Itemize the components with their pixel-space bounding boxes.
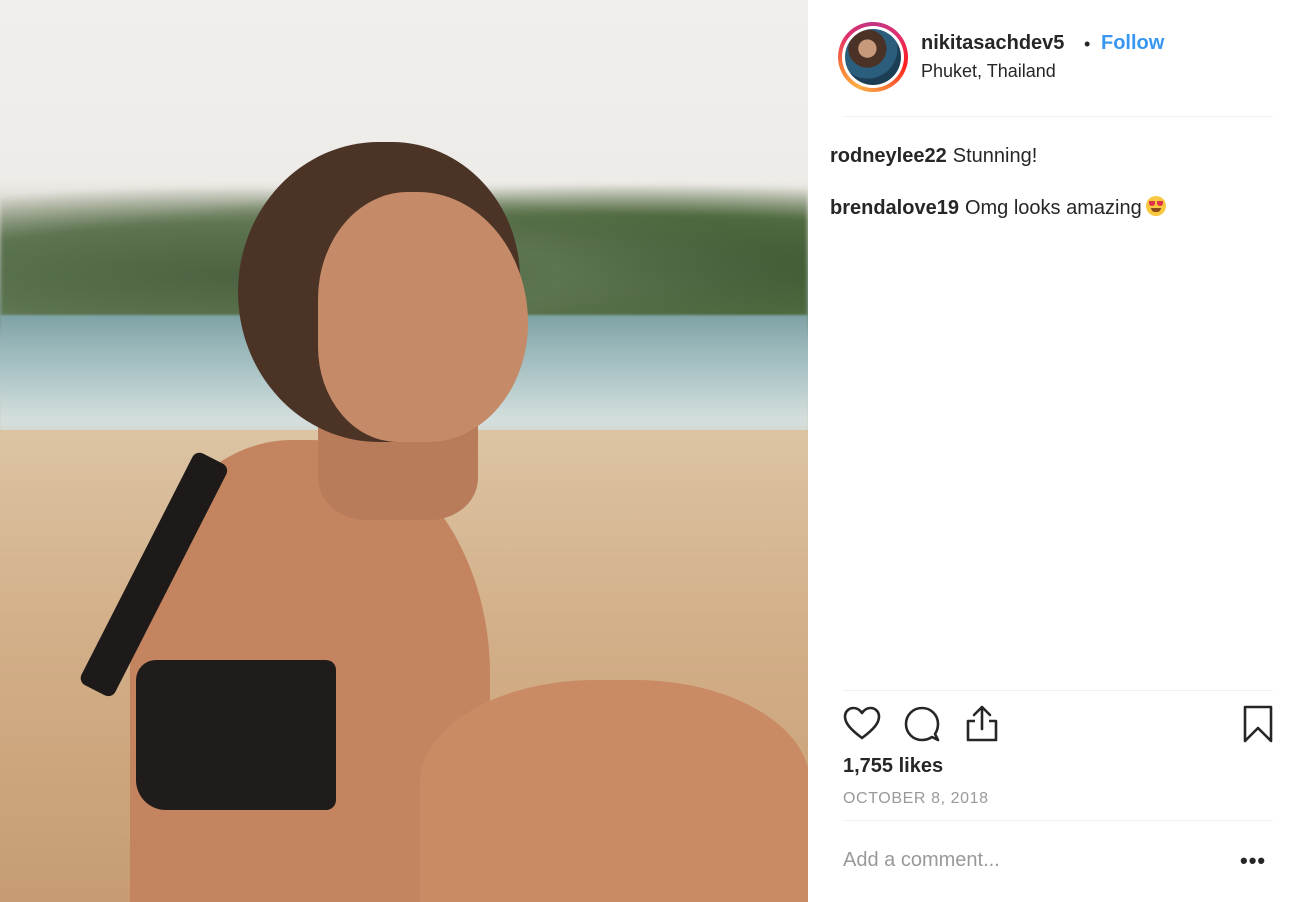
- header-divider: [843, 116, 1273, 117]
- separator-dot: •: [1084, 34, 1091, 54]
- bookmark-icon[interactable]: [1238, 704, 1278, 744]
- comment-text: Stunning!: [952, 145, 1038, 167]
- comment-username[interactable]: brendalove19: [830, 197, 959, 219]
- action-bar: [808, 700, 1312, 750]
- username-link[interactable]: nikitasachdev5: [921, 32, 1064, 55]
- comment-bubble-icon[interactable]: [902, 704, 942, 744]
- comment-item: brendalove19 Omg looks amazing: [830, 195, 1290, 221]
- post-date: OCTOBER 8, 2018: [843, 790, 989, 807]
- heart-eyes-emoji-icon: [1145, 196, 1166, 216]
- heart-icon[interactable]: [842, 704, 882, 744]
- comments-list: rodneylee22 Stunning! brendalove19 Omg loo…: [830, 143, 1290, 247]
- comment-item: rodneylee22 Stunning!: [830, 143, 1290, 169]
- subject-legs: [420, 680, 808, 902]
- comment-text: Omg looks amazing: [964, 197, 1142, 219]
- swimsuit-top: [136, 660, 336, 810]
- actions-divider: [843, 690, 1273, 691]
- location-link[interactable]: Phuket, Thailand: [921, 61, 1056, 82]
- post-photo[interactable]: [0, 0, 808, 902]
- comment-divider: [843, 820, 1273, 821]
- avatar[interactable]: [838, 22, 908, 92]
- post-details-panel: nikitasachdev5 • Follow Phuket, Thailand…: [808, 0, 1312, 902]
- follow-button[interactable]: Follow: [1101, 32, 1164, 55]
- post-header: nikitasachdev5 • Follow Phuket, Thailand: [808, 0, 1312, 116]
- likes-count[interactable]: 1,755 likes: [843, 755, 943, 778]
- more-options-icon[interactable]: •••: [1240, 848, 1266, 874]
- share-icon[interactable]: [962, 704, 1002, 744]
- comment-input[interactable]: [843, 845, 1223, 875]
- comment-username[interactable]: rodneylee22: [830, 145, 947, 167]
